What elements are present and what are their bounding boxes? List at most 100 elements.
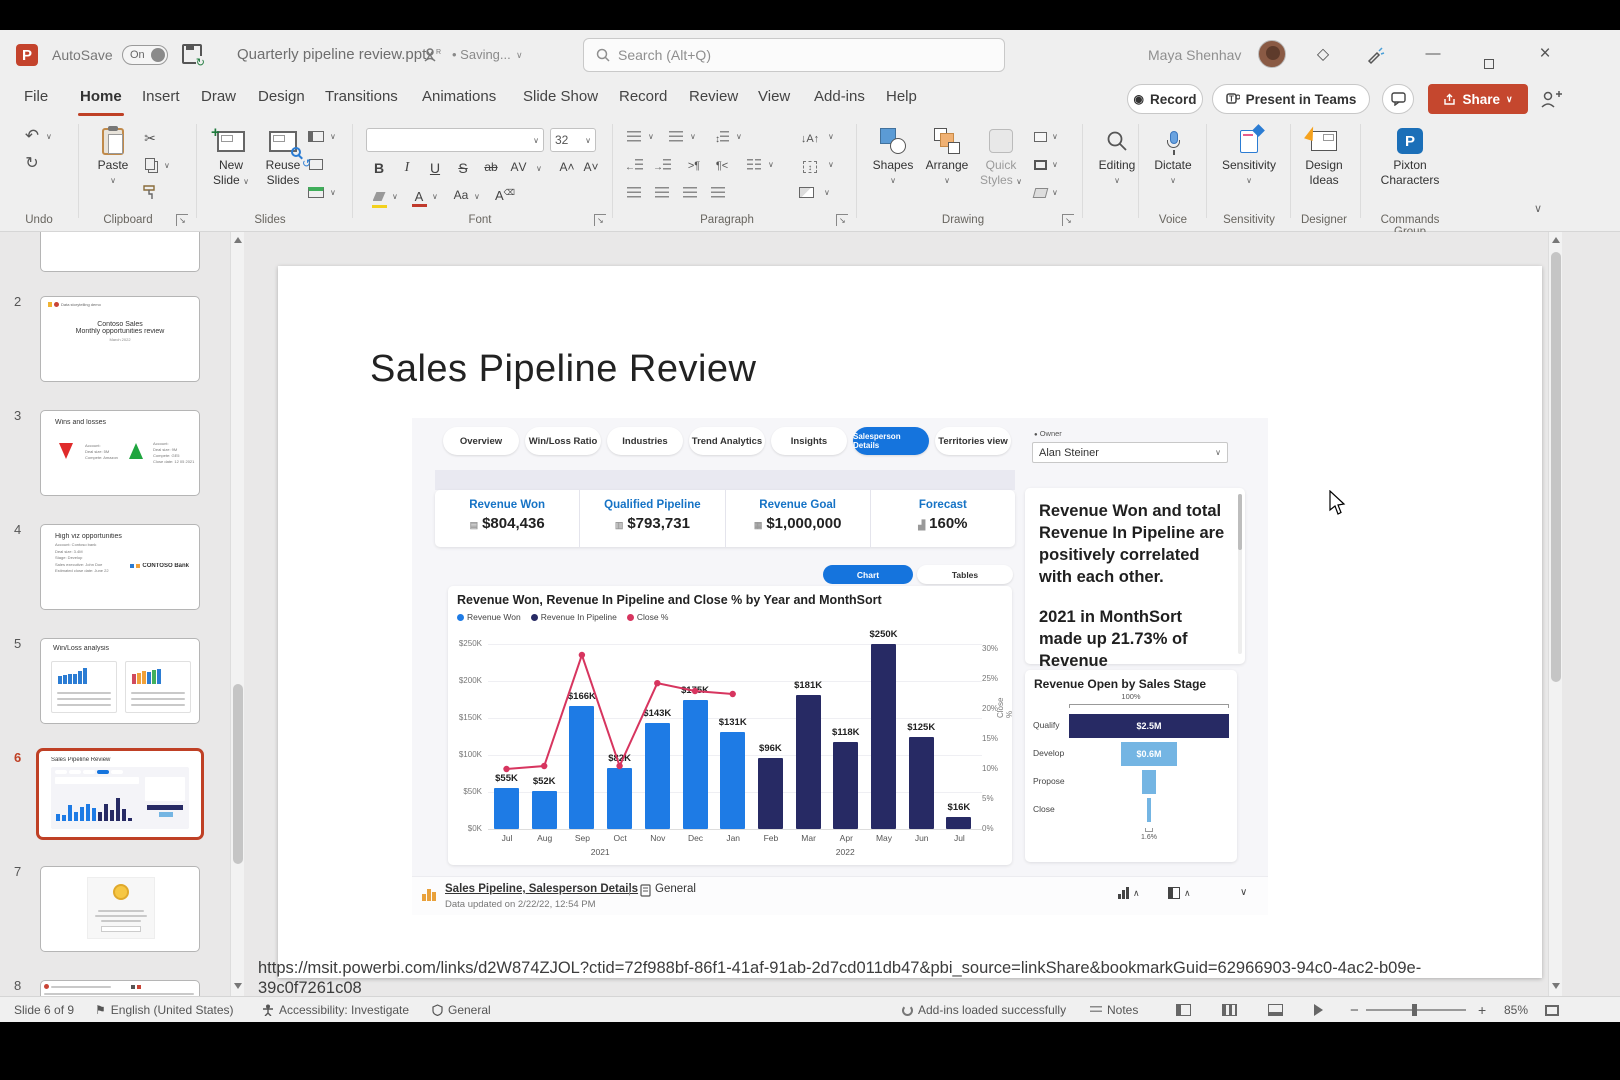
scroll-down-icon[interactable] bbox=[1552, 983, 1560, 989]
bullets-icon[interactable] bbox=[624, 128, 644, 148]
tab-home[interactable]: Home bbox=[78, 80, 124, 114]
increase-indent-icon[interactable]: → bbox=[652, 156, 672, 176]
saving-dropdown-icon[interactable]: ∨ bbox=[516, 50, 523, 61]
layout-grid-button[interactable]: ∧ bbox=[1168, 887, 1191, 899]
font-name-combobox[interactable]: ∨ bbox=[366, 128, 544, 152]
smartart-dropdown-icon[interactable]: ∨ bbox=[824, 188, 830, 197]
pbi-tab-industries[interactable]: Industries bbox=[607, 427, 683, 455]
numbering-icon[interactable] bbox=[666, 128, 686, 148]
toggle-tables[interactable]: Tables bbox=[917, 565, 1013, 584]
strikethrough-button[interactable]: S bbox=[452, 160, 474, 176]
columns-dropdown-icon[interactable]: ∨ bbox=[768, 160, 774, 169]
tab-slide-show[interactable]: Slide Show bbox=[521, 80, 600, 114]
view-reading-button[interactable] bbox=[1268, 997, 1283, 1022]
quick-styles-button[interactable]: Quick Styles ∨ bbox=[972, 124, 1030, 189]
search-input[interactable]: Search (Alt+Q) bbox=[583, 38, 1005, 72]
cut-icon[interactable]: ✂ bbox=[140, 128, 160, 148]
powerbi-embed[interactable]: Overview Win/Loss Ratio Industries Trend… bbox=[412, 418, 1268, 915]
paste-button[interactable]: Paste ∨ bbox=[84, 124, 142, 188]
slide-layout-icon[interactable] bbox=[306, 128, 326, 148]
new-slide-button[interactable]: + New Slide ∨ bbox=[202, 124, 260, 189]
case-dropdown-icon[interactable]: ∨ bbox=[474, 192, 480, 201]
slide-thumbnail-2[interactable]: Data storytelling demo Contoso Sales Mon… bbox=[40, 296, 200, 382]
sort-icon[interactable]: ↓A↑ bbox=[800, 128, 820, 148]
owner-dropdown[interactable]: Alan Steiner ∨ bbox=[1032, 442, 1228, 463]
restore-button[interactable] bbox=[1475, 40, 1505, 68]
highlight-button[interactable] bbox=[368, 188, 390, 208]
scroll-down-icon[interactable] bbox=[234, 983, 242, 989]
tab-draw[interactable]: Draw bbox=[199, 80, 238, 114]
shape-fill-icon[interactable] bbox=[1030, 128, 1050, 148]
section-icon[interactable] bbox=[306, 184, 326, 204]
slide-thumbnail-7[interactable] bbox=[40, 866, 200, 952]
share-button[interactable]: Share ∨ bbox=[1428, 84, 1528, 114]
slide-thumbnail-1[interactable] bbox=[40, 232, 200, 272]
autosave-toggle[interactable]: On bbox=[122, 45, 168, 65]
shape-effects-dropdown-icon[interactable]: ∨ bbox=[1052, 188, 1058, 197]
tab-animations[interactable]: Animations bbox=[420, 80, 498, 114]
view-slideshow-button[interactable] bbox=[1314, 997, 1323, 1022]
font-dialog-launcher[interactable]: ↘ bbox=[594, 214, 606, 226]
rtl-icon[interactable]: ¶< bbox=[712, 156, 732, 176]
comments-button[interactable] bbox=[1382, 84, 1414, 114]
format-painter-icon[interactable] bbox=[141, 184, 159, 202]
collapse-footer-icon[interactable]: ∨ bbox=[1240, 887, 1247, 898]
zoom-in-button[interactable]: + bbox=[1478, 997, 1486, 1022]
spacing-dropdown-icon[interactable]: ∨ bbox=[536, 164, 542, 173]
highlight-dropdown-icon[interactable]: ∨ bbox=[392, 192, 398, 201]
font-size-combobox[interactable]: 32∨ bbox=[550, 128, 596, 152]
font-color-button[interactable]: A bbox=[408, 188, 430, 207]
slide-title[interactable]: Sales Pipeline Review bbox=[370, 348, 756, 391]
slide-thumbnail-3[interactable]: Wins and losses Account: Deal size: 5M C… bbox=[40, 410, 200, 496]
add-person-icon[interactable] bbox=[1540, 90, 1562, 108]
powerpoint-logo-icon[interactable]: P bbox=[16, 44, 38, 66]
decrease-indent-icon[interactable]: ← bbox=[624, 156, 644, 176]
pbi-tab-salesperson-selected[interactable]: Salesperson Details bbox=[853, 427, 929, 455]
justify-icon[interactable] bbox=[708, 184, 728, 204]
scroll-up-icon[interactable] bbox=[1552, 237, 1560, 243]
sensitivity-button[interactable]: Sensitivity ∨ bbox=[1214, 124, 1284, 188]
minimize-button[interactable]: — bbox=[1418, 40, 1448, 68]
slide-thumbnail-4[interactable]: High viz opportunities Account: Contoso … bbox=[40, 524, 200, 610]
columns-icon[interactable] bbox=[744, 156, 764, 176]
slide-canvas[interactable]: Sales Pipeline Review Overview Win/Loss … bbox=[278, 266, 1542, 978]
present-in-teams-button[interactable]: T Present in Teams bbox=[1212, 84, 1370, 114]
diamond-icon[interactable]: ◇ bbox=[1312, 44, 1334, 66]
design-ideas-button[interactable]: Design Ideas bbox=[1294, 124, 1354, 188]
laser-pointer-icon[interactable] bbox=[1365, 45, 1385, 65]
zoom-slider-thumb[interactable] bbox=[1412, 1004, 1417, 1016]
notes-pane[interactable]: https://msit.powerbi.com/links/d2W874ZJO… bbox=[246, 956, 1546, 996]
scroll-up-icon[interactable] bbox=[234, 237, 242, 243]
document-title[interactable]: Quarterly pipeline review.pptx bbox=[237, 46, 434, 63]
zoom-slider[interactable] bbox=[1366, 997, 1466, 1022]
slide-thumbnail-6-selected[interactable]: Sales Pipeline Review bbox=[36, 748, 204, 840]
drawing-dialog-launcher[interactable]: ↘ bbox=[1062, 214, 1074, 226]
pbi-tab-overview[interactable]: Overview bbox=[443, 427, 519, 455]
bold-button[interactable]: B bbox=[368, 160, 390, 176]
arrange-button[interactable]: Arrange ∨ bbox=[918, 124, 976, 188]
shape-fill-dropdown-icon[interactable]: ∨ bbox=[1052, 132, 1058, 141]
tab-view[interactable]: View bbox=[756, 80, 792, 114]
view-slide-sorter-button[interactable] bbox=[1222, 997, 1237, 1022]
tab-transitions[interactable]: Transitions bbox=[323, 80, 400, 114]
shape-outline-dropdown-icon[interactable]: ∨ bbox=[1052, 160, 1058, 169]
shapes-button[interactable]: Shapes ∨ bbox=[864, 124, 922, 188]
main-scrollbar[interactable] bbox=[1548, 232, 1562, 996]
language-selector[interactable]: ⚑ English (United States) bbox=[95, 997, 234, 1022]
collapse-ribbon-icon[interactable]: ∨ bbox=[1534, 202, 1542, 215]
view-normal-button[interactable] bbox=[1176, 997, 1191, 1022]
change-case-button[interactable]: Aa bbox=[450, 188, 472, 202]
paste-dropdown-icon[interactable]: ∨ bbox=[84, 173, 142, 188]
smartart-icon[interactable] bbox=[796, 184, 816, 204]
clipboard-dialog-launcher[interactable]: ↘ bbox=[176, 214, 188, 226]
redo-button[interactable]: ↻ bbox=[22, 154, 42, 174]
text-direction-icon[interactable]: ↕ bbox=[800, 156, 820, 176]
paragraph-dialog-launcher[interactable]: ↘ bbox=[836, 214, 848, 226]
tab-review[interactable]: Review bbox=[687, 80, 740, 114]
pbi-tab-winloss[interactable]: Win/Loss Ratio bbox=[525, 427, 601, 455]
italic-button[interactable]: I bbox=[396, 160, 418, 176]
close-button[interactable]: × bbox=[1530, 40, 1560, 68]
layout-dropdown-icon[interactable]: ∨ bbox=[330, 132, 336, 141]
character-spacing-button[interactable]: AV bbox=[508, 160, 530, 174]
align-left-icon[interactable] bbox=[624, 184, 644, 204]
